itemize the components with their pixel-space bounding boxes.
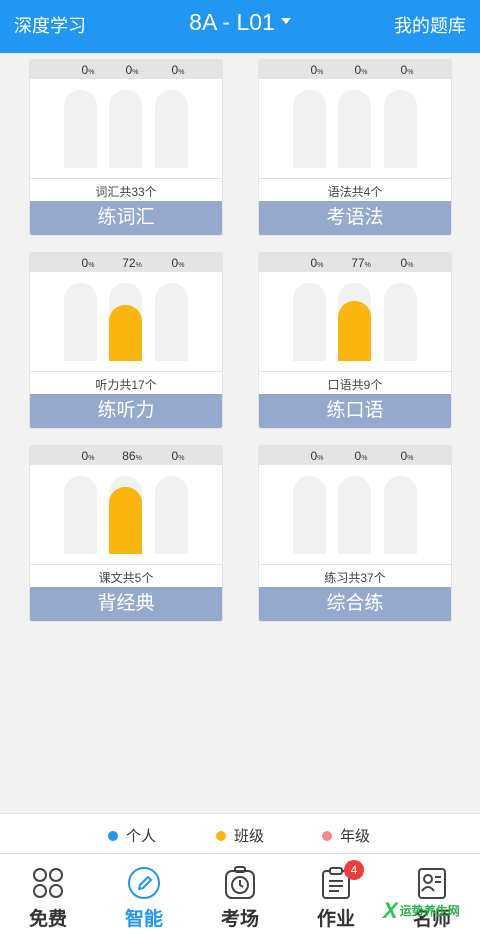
bar-class — [109, 283, 142, 361]
bar-personal — [293, 283, 326, 361]
tab-label: 考场 — [220, 909, 259, 930]
item-count: 听力共17个 — [95, 378, 157, 392]
practice-speaking-button[interactable]: 练口语 — [259, 394, 451, 428]
bar-personal — [64, 283, 97, 361]
bar-fill — [109, 486, 142, 554]
pct-grade: 0% — [400, 256, 414, 270]
bar-grade — [384, 90, 417, 168]
card-vocabulary: 0% 0% 0% 词汇共33个 练词汇 — [29, 59, 223, 236]
recite-classics-button[interactable]: 背经典 — [30, 587, 222, 621]
unit-title: 8A - L01 — [189, 9, 275, 35]
pct-grade: 0% — [400, 63, 414, 77]
bar-grade — [155, 283, 188, 361]
divider — [259, 178, 451, 179]
pct-class: 0% — [354, 449, 368, 463]
pct-class: 72% — [122, 256, 142, 270]
pct-row: 0% 77% 0% — [259, 253, 451, 272]
legend-dot — [216, 831, 226, 841]
bar-grade — [384, 476, 417, 554]
card-grammar: 0% 0% 0% 语法共4个 考语法 — [258, 59, 452, 236]
pct-class: 0% — [354, 63, 368, 77]
legend-class: 班级 — [216, 825, 264, 846]
caret-down-icon — [280, 17, 291, 24]
tab-label: 智能 — [124, 909, 163, 930]
pct-row: 0% 86% 0% — [30, 446, 222, 465]
pct-personal: 0% — [310, 449, 324, 463]
pct-personal: 0% — [81, 256, 95, 270]
bar-class — [109, 476, 142, 554]
bar-grade — [384, 283, 417, 361]
card-comprehensive: 0% 0% 0% 练习共37个 综合练 — [258, 445, 452, 622]
card-speaking: 0% 77% 0% 口语共9个 练口语 — [258, 252, 452, 429]
item-count: 课文共5个 — [98, 571, 154, 585]
tab-free[interactable]: 免费 — [0, 854, 96, 935]
watermark: X 运势养生网 — [383, 898, 460, 923]
pencil-icon — [128, 867, 160, 899]
pct-grade: 0% — [171, 63, 185, 77]
divider — [30, 178, 222, 179]
pct-personal: 0% — [81, 449, 95, 463]
pct-grade: 0% — [400, 449, 414, 463]
practice-listening-button[interactable]: 练听力 — [30, 394, 222, 428]
item-count: 语法共4个 — [327, 185, 383, 199]
item-count: 练习共37个 — [324, 571, 386, 585]
legend-personal: 个人 — [108, 825, 156, 846]
pct-grade: 0% — [171, 256, 185, 270]
my-question-bank-link[interactable]: 我的题库 — [394, 12, 466, 38]
grid-icon — [33, 868, 63, 898]
tab-homework[interactable]: 4 作业 — [288, 854, 384, 935]
bar-fill — [338, 300, 371, 361]
practice-vocabulary-button[interactable]: 练词汇 — [30, 201, 222, 235]
item-count: 口语共9个 — [327, 378, 383, 392]
pct-personal: 0% — [310, 256, 324, 270]
bar-class — [109, 90, 142, 168]
pct-row: 0% 0% 0% — [259, 446, 451, 465]
pct-class: 77% — [351, 256, 371, 270]
pct-row: 0% 0% 0% — [259, 60, 451, 79]
bar-personal — [293, 476, 326, 554]
bar-personal — [64, 90, 97, 168]
pct-row: 0% 0% 0% — [30, 60, 222, 79]
bar-grade — [155, 476, 188, 554]
legend: 个人 班级 年级 — [0, 813, 480, 853]
pct-row: 0% 72% 0% — [30, 253, 222, 272]
tab-label: 免费 — [28, 909, 67, 930]
divider — [259, 371, 451, 372]
divider — [30, 371, 222, 372]
watermark-logo-icon: X — [383, 898, 398, 923]
top-bar: 深度学习 8A - L01 我的题库 — [0, 0, 480, 53]
bar-grade — [155, 90, 188, 168]
card-texts: 0% 86% 0% 课文共5个 背经典 — [29, 445, 223, 622]
card-listening: 0% 72% 0% 听力共17个 练听力 — [29, 252, 223, 429]
comprehensive-practice-button[interactable]: 综合练 — [259, 587, 451, 621]
divider — [259, 564, 451, 565]
bar-personal — [64, 476, 97, 554]
test-grammar-button[interactable]: 考语法 — [259, 201, 451, 235]
pct-personal: 0% — [310, 63, 324, 77]
legend-dot — [108, 831, 118, 841]
bar-class — [338, 476, 371, 554]
bar-class — [338, 90, 371, 168]
pct-class: 86% — [122, 449, 142, 463]
pct-personal: 0% — [81, 63, 95, 77]
legend-dot — [322, 831, 332, 841]
divider — [30, 564, 222, 565]
pct-grade: 0% — [171, 449, 185, 463]
bar-class — [338, 283, 371, 361]
legend-grade: 年级 — [322, 825, 370, 846]
teacher-card-icon — [418, 868, 446, 899]
tab-label: 作业 — [316, 909, 355, 930]
homework-badge: 4 — [344, 860, 364, 880]
clock-icon — [225, 866, 255, 899]
pct-class: 0% — [125, 63, 139, 77]
tab-exam[interactable]: 考场 — [192, 854, 288, 935]
bar-personal — [293, 90, 326, 168]
item-count: 词汇共33个 — [95, 185, 157, 199]
bar-fill — [109, 304, 142, 361]
tab-smart[interactable]: 智能 — [96, 854, 192, 935]
